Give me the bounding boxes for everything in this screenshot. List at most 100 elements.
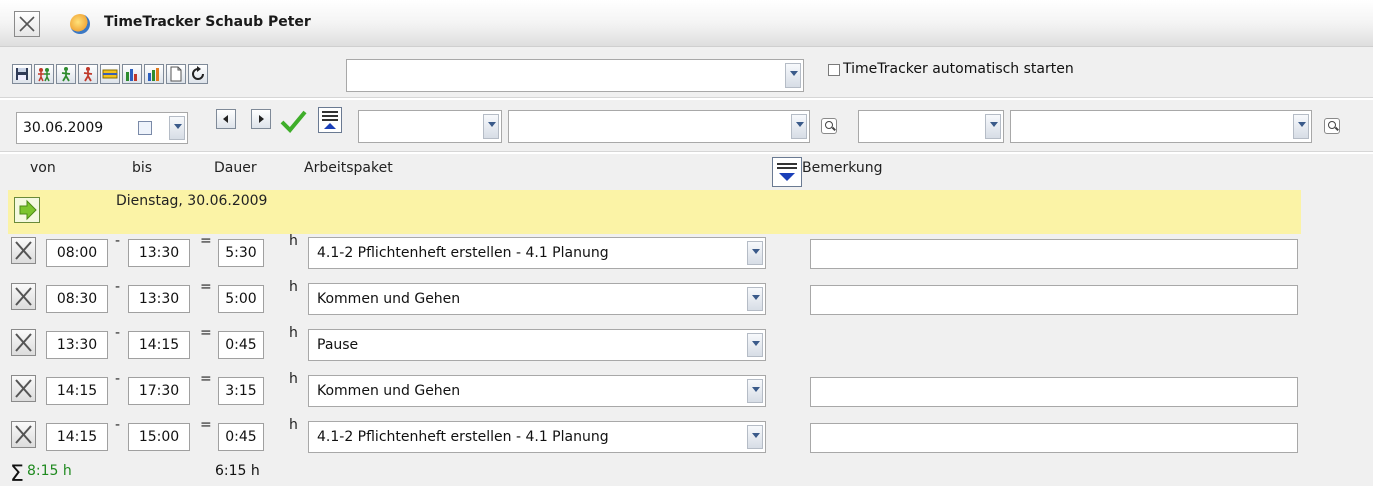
delete-entry-icon[interactable] (11, 283, 36, 310)
equals-sign: = (200, 371, 212, 387)
bar-chart-icon[interactable] (122, 64, 142, 84)
col-dauer: Dauer (214, 160, 257, 176)
arbeitspaket-value: Kommen und Gehen (317, 383, 461, 399)
minus-sign: - (115, 325, 121, 341)
arbeitspaket-value: 4.1-2 Pflichtenheft erstellen - 4.1 Plan… (317, 245, 609, 261)
new-document-icon[interactable] (166, 64, 186, 84)
minus-sign: - (115, 233, 121, 249)
bar-chart-2-icon[interactable] (144, 64, 164, 84)
calendar-icon[interactable] (138, 121, 152, 135)
von-field[interactable]: 08:30 (46, 285, 108, 313)
delete-entry-icon[interactable] (11, 329, 36, 356)
minus-sign: - (115, 417, 121, 433)
search-icon[interactable] (1324, 118, 1340, 134)
bis-field[interactable]: 13:30 (128, 239, 190, 267)
expand-all-icon[interactable] (318, 107, 342, 133)
col-arbeitspaket: Arbeitspaket (304, 160, 393, 176)
hours-unit: h (289, 325, 298, 341)
ruler-icon[interactable] (100, 64, 120, 84)
chevron-down-icon[interactable] (1293, 114, 1309, 139)
filter-select-1[interactable] (358, 110, 502, 143)
sum-icon: Σ (10, 462, 24, 487)
search-icon[interactable] (821, 118, 837, 134)
hours-unit: h (289, 279, 298, 295)
close-icon[interactable] (14, 11, 40, 37)
total-hours: 8:15 h (27, 463, 72, 479)
window-title: TimeTracker Schaub Peter (104, 14, 311, 30)
bis-field[interactable]: 17:30 (128, 377, 190, 405)
previous-day-button[interactable] (216, 109, 236, 129)
hours-unit: h (289, 417, 298, 433)
divider (0, 151, 1373, 154)
arbeitspaket-value: 4.1-2 Pflichtenheft erstellen - 4.1 Plan… (317, 429, 609, 445)
next-arrow-icon[interactable] (14, 197, 40, 223)
dauer-field[interactable]: 0:45 (218, 331, 264, 359)
bis-field[interactable]: 14:15 (128, 331, 190, 359)
refresh-icon[interactable] (188, 64, 208, 84)
hours-unit: h (289, 371, 298, 387)
next-day-button[interactable] (251, 109, 271, 129)
delete-entry-icon[interactable] (11, 375, 36, 402)
bemerkung-input[interactable] (810, 423, 1298, 453)
equals-sign: = (200, 325, 212, 341)
persons-icon[interactable] (34, 64, 54, 84)
delete-entry-icon[interactable] (11, 421, 36, 448)
chevron-down-icon[interactable] (985, 114, 1001, 139)
app-logo-icon (70, 14, 90, 34)
bemerkung-input[interactable] (810, 285, 1298, 315)
von-field[interactable]: 14:15 (46, 423, 108, 451)
arbeitspaket-select[interactable]: 4.1-2 Pflichtenheft erstellen - 4.1 Plan… (308, 237, 766, 269)
equals-sign: = (200, 233, 212, 249)
arbeitspaket-select[interactable]: Kommen und Gehen (308, 283, 766, 315)
dauer-field[interactable]: 0:45 (218, 423, 264, 451)
chevron-down-icon[interactable] (747, 379, 763, 403)
von-field[interactable]: 13:30 (46, 331, 108, 359)
chevron-down-icon[interactable] (169, 116, 185, 140)
autostart-label: TimeTracker automatisch starten (843, 61, 1074, 77)
filter-select-2[interactable] (508, 110, 810, 143)
von-field[interactable]: 14:15 (46, 377, 108, 405)
date-picker[interactable]: 30.06.2009 (16, 112, 188, 144)
bemerkung-input[interactable] (810, 239, 1298, 269)
col-bis: bis (132, 160, 153, 176)
arbeitspaket-select[interactable]: Pause (308, 329, 766, 361)
bis-field[interactable]: 15:00 (128, 423, 190, 451)
bemerkung-input[interactable] (810, 377, 1298, 407)
chevron-down-icon[interactable] (483, 114, 499, 139)
chevron-down-icon[interactable] (747, 287, 763, 311)
hours-unit: h (289, 233, 298, 249)
filter-select-3[interactable] (858, 110, 1004, 143)
chevron-down-icon[interactable] (747, 333, 763, 357)
save-icon[interactable] (12, 64, 32, 84)
col-von: von (30, 160, 56, 176)
walking-green-icon[interactable] (56, 64, 76, 84)
chevron-down-icon[interactable] (747, 425, 763, 449)
confirm-checkmark-icon[interactable] (279, 107, 307, 135)
dauer-field[interactable]: 5:30 (218, 239, 264, 267)
chevron-down-icon[interactable] (785, 63, 801, 88)
divider (0, 97, 1373, 100)
day-label: Dienstag, 30.06.2009 (116, 193, 268, 209)
toolbar-combo[interactable] (346, 59, 804, 92)
equals-sign: = (200, 279, 212, 295)
col-bemerkung: Bemerkung (802, 160, 883, 176)
collapse-all-icon[interactable] (772, 157, 802, 187)
minus-sign: - (115, 371, 121, 387)
arbeitspaket-select[interactable]: 4.1-2 Pflichtenheft erstellen - 4.1 Plan… (308, 421, 766, 453)
arbeitspaket-select[interactable]: Kommen und Gehen (308, 375, 766, 407)
dauer-field[interactable]: 3:15 (218, 377, 264, 405)
autostart-checkbox[interactable] (828, 64, 840, 76)
delete-entry-icon[interactable] (11, 237, 36, 264)
walking-red-icon[interactable] (78, 64, 98, 84)
arbeitspaket-value: Pause (317, 337, 359, 353)
chevron-down-icon[interactable] (791, 114, 807, 139)
work-hours: 6:15 h (215, 463, 260, 479)
date-value: 30.06.2009 (23, 120, 104, 136)
minus-sign: - (115, 279, 121, 295)
equals-sign: = (200, 417, 212, 433)
von-field[interactable]: 08:00 (46, 239, 108, 267)
filter-select-4[interactable] (1010, 110, 1312, 143)
dauer-field[interactable]: 5:00 (218, 285, 264, 313)
chevron-down-icon[interactable] (747, 241, 763, 265)
bis-field[interactable]: 13:30 (128, 285, 190, 313)
